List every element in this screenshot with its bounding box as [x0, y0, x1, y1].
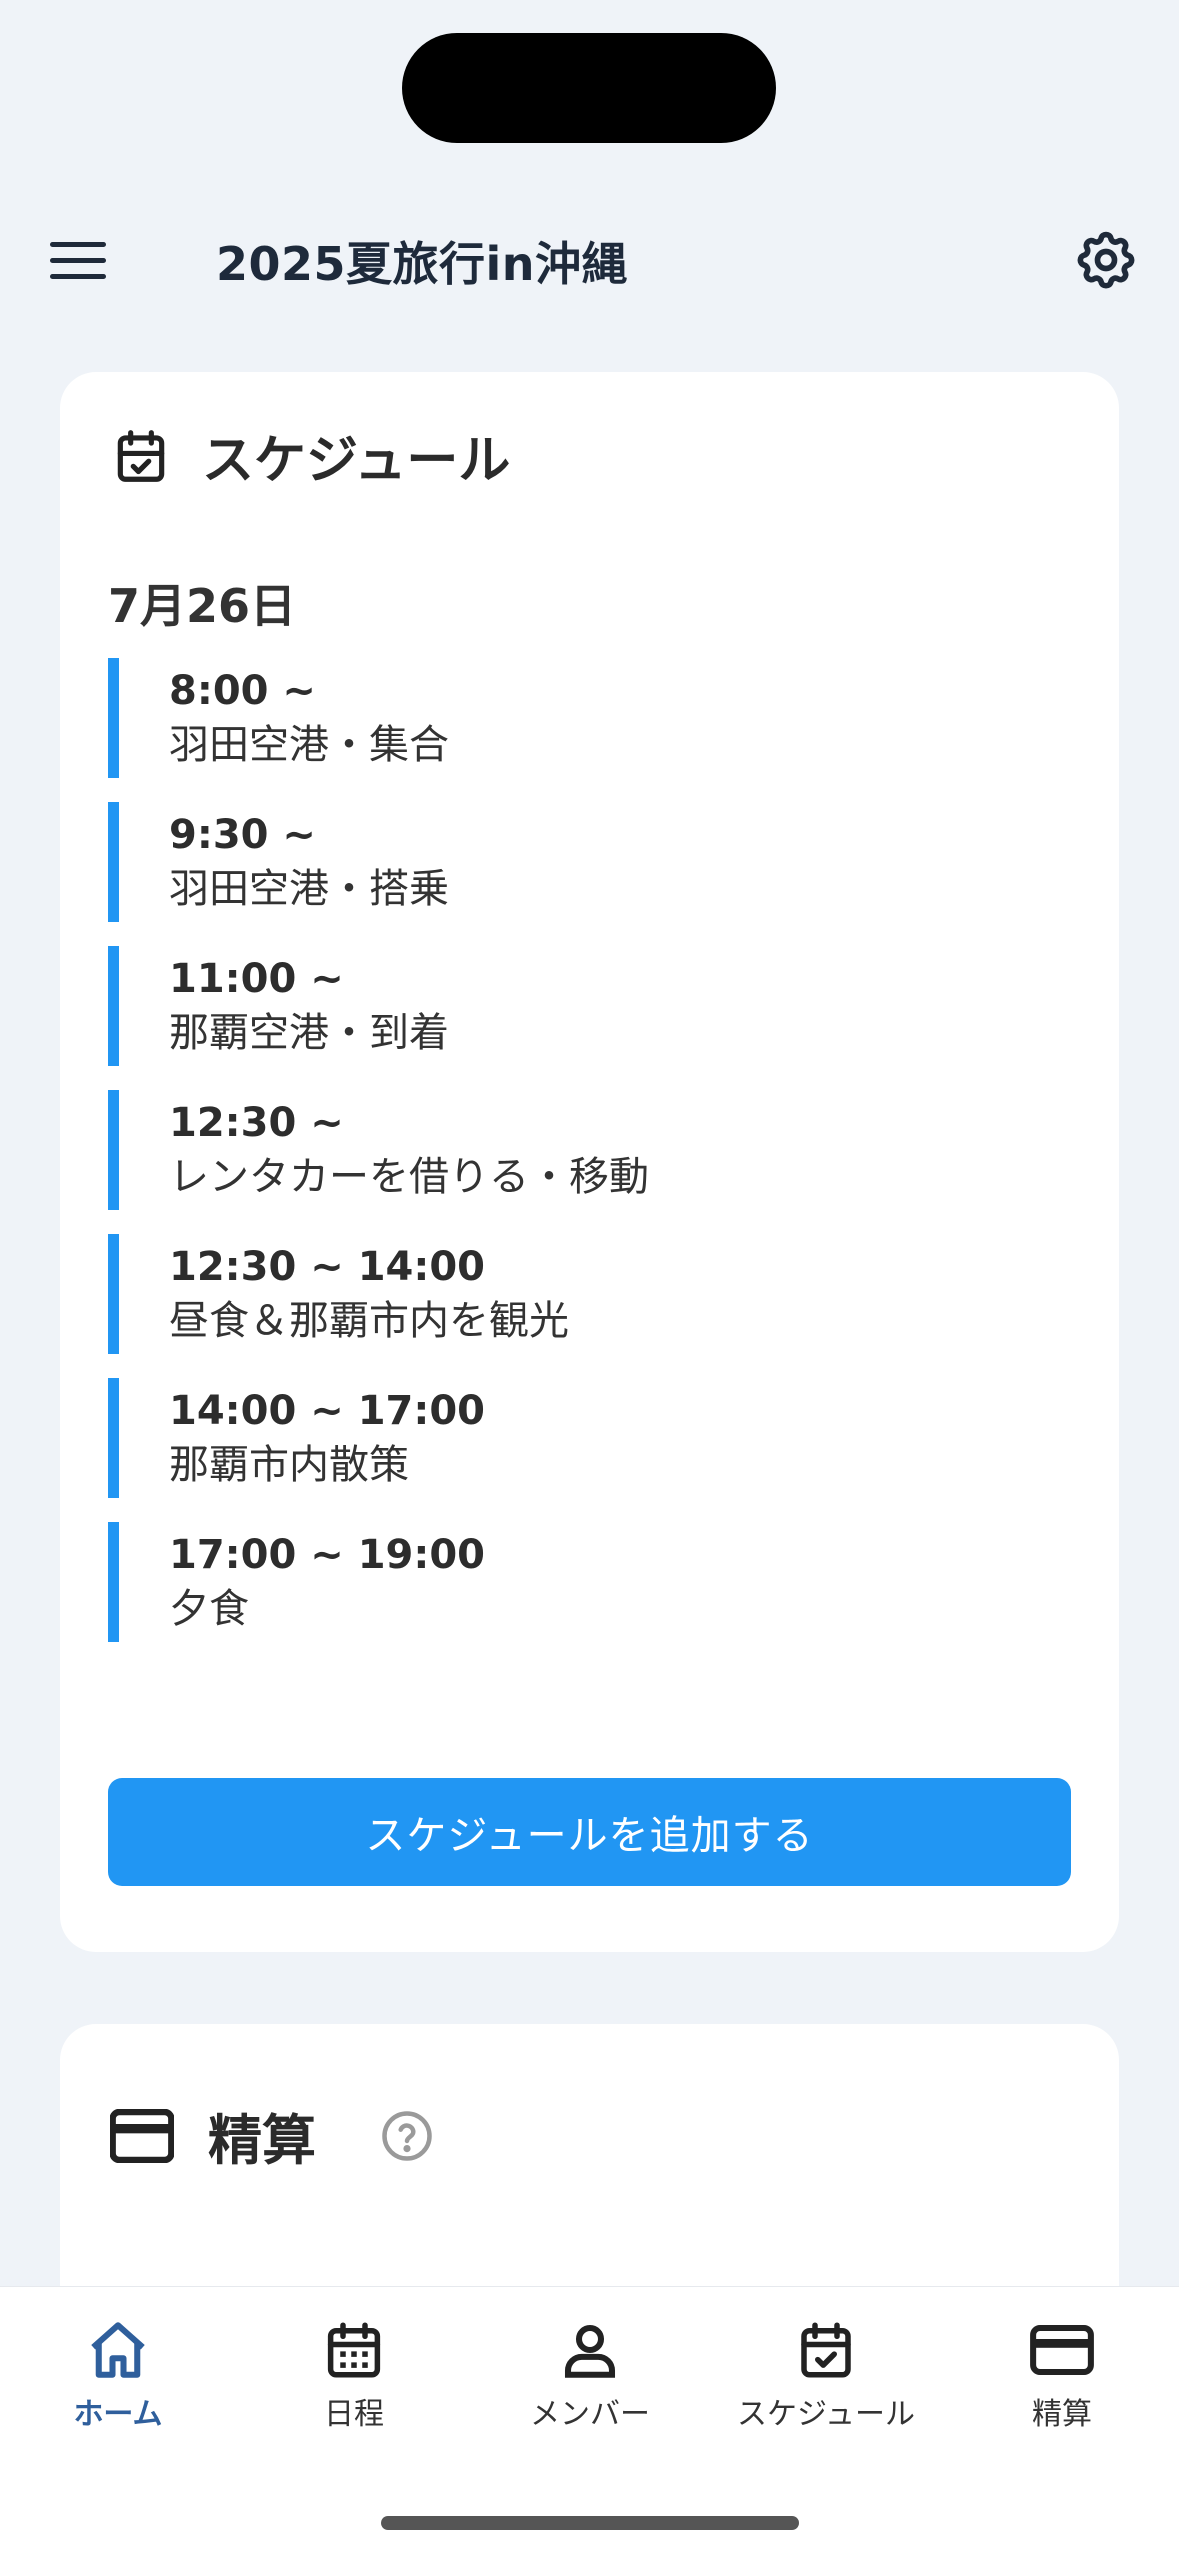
schedule-item-title: 那覇空港・到着	[169, 1010, 449, 1056]
page-title: 2025夏旅行in沖縄	[216, 237, 629, 291]
nav-label: 精算	[1032, 2397, 1092, 2432]
gear-icon[interactable]	[1072, 226, 1140, 294]
schedule-item-title: 昼食＆那覇市内を観光	[169, 1298, 569, 1344]
schedule-item[interactable]: 17:00 ~ 19:00 夕食	[108, 1522, 1068, 1642]
settlement-card: 精算	[60, 2024, 1119, 2286]
schedule-item[interactable]: 12:30 ~ レンタカーを借りる・移動	[108, 1090, 1068, 1210]
schedule-item-time: 14:00 ~ 17:00	[169, 1388, 486, 1434]
schedule-item-time: 9:30 ~	[169, 812, 316, 858]
schedule-item[interactable]: 8:00 ~ 羽田空港・集合	[108, 658, 1068, 778]
nav-home[interactable]: ホーム	[0, 2317, 236, 2433]
schedule-card-header: スケジュール	[110, 418, 510, 493]
schedule-item-time: 8:00 ~	[169, 668, 316, 714]
settlement-heading: 精算	[208, 2109, 316, 2172]
menu-button[interactable]	[50, 230, 120, 290]
hamburger-icon-line	[50, 257, 106, 263]
person-icon	[564, 2324, 616, 2378]
nav-label: 日程	[324, 2397, 384, 2432]
help-circle-icon[interactable]	[380, 2109, 434, 2163]
home-icon	[91, 2322, 145, 2378]
settlement-card-header: 精算	[110, 2096, 434, 2175]
app-header: 2025夏旅行in沖縄	[0, 200, 1179, 320]
credit-card-icon	[1030, 2324, 1094, 2376]
content-scroll-area[interactable]: スケジュール 7月26日 8:00 ~ 羽田空港・集合 9:30 ~ 羽田空港・…	[0, 346, 1179, 2286]
nav-label: ホーム	[73, 2397, 163, 2432]
dynamic-island	[402, 33, 776, 143]
schedule-card: スケジュール 7月26日 8:00 ~ 羽田空港・集合 9:30 ~ 羽田空港・…	[60, 372, 1119, 1952]
schedule-item-time: 12:30 ~ 14:00	[169, 1244, 486, 1290]
nav-settlement[interactable]: 精算	[944, 2317, 1179, 2433]
schedule-list: 8:00 ~ 羽田空港・集合 9:30 ~ 羽田空港・搭乗 11:00 ~ 那覇…	[108, 658, 1068, 1666]
schedule-heading: スケジュール	[202, 431, 511, 491]
calendar-check-icon	[801, 2322, 851, 2378]
schedule-date: 7月26日	[108, 579, 297, 633]
schedule-item-title: 羽田空港・集合	[169, 722, 449, 768]
nav-itinerary[interactable]: 日程	[236, 2317, 472, 2433]
calendar-check-icon	[117, 429, 165, 482]
schedule-item-title: レンタカーを借りる・移動	[169, 1154, 649, 1200]
nav-label: スケジュール	[737, 2397, 915, 2432]
schedule-item-title: 羽田空港・搭乗	[169, 866, 449, 912]
schedule-item[interactable]: 9:30 ~ 羽田空港・搭乗	[108, 802, 1068, 922]
hamburger-icon-line	[50, 273, 106, 279]
schedule-item[interactable]: 14:00 ~ 17:00 那覇市内散策	[108, 1378, 1068, 1498]
schedule-item-time: 17:00 ~ 19:00	[169, 1532, 486, 1578]
schedule-item-title: 夕食	[169, 1586, 249, 1632]
nav-members[interactable]: メンバー	[472, 2317, 708, 2433]
nav-label: メンバー	[530, 2397, 650, 2432]
schedule-item-title: 那覇市内散策	[169, 1442, 409, 1488]
calendar-grid-icon	[327, 2322, 381, 2378]
hamburger-icon-line	[50, 241, 106, 247]
schedule-item[interactable]: 11:00 ~ 那覇空港・到着	[108, 946, 1068, 1066]
nav-schedule[interactable]: スケジュール	[708, 2317, 944, 2433]
schedule-item[interactable]: 12:30 ~ 14:00 昼食＆那覇市内を観光	[108, 1234, 1068, 1354]
schedule-item-time: 11:00 ~	[169, 956, 344, 1002]
add-schedule-button[interactable]: スケジュールを追加する	[108, 1778, 1071, 1886]
home-indicator[interactable]	[381, 2516, 799, 2530]
schedule-item-time: 12:30 ~	[169, 1100, 344, 1146]
credit-card-icon	[110, 2108, 174, 2163]
